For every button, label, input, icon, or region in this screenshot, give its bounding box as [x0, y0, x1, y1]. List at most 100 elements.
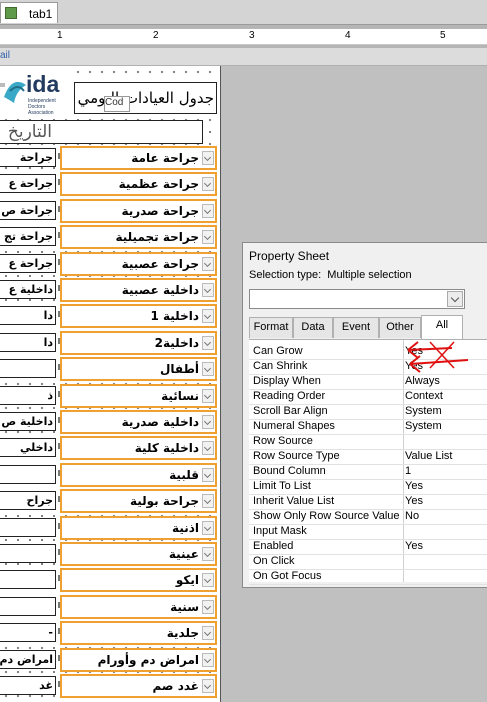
clinic-combo-box[interactable]: جراحة عامة: [60, 146, 217, 170]
object-selector-combo[interactable]: [249, 289, 465, 309]
chevron-down-icon[interactable]: [202, 494, 214, 508]
property-row[interactable]: On Click: [249, 554, 487, 570]
chevron-down-icon[interactable]: [202, 468, 214, 482]
chevron-down-icon[interactable]: [202, 283, 214, 297]
property-value[interactable]: Yes: [405, 495, 423, 507]
tab-format[interactable]: Format: [249, 317, 293, 338]
row-left-label[interactable]: داخلية ص: [0, 412, 56, 431]
chevron-down-icon[interactable]: [202, 309, 214, 323]
property-value[interactable]: No: [405, 510, 419, 522]
row-left-label[interactable]: جراح: [0, 491, 56, 510]
section-bar-detail[interactable]: ail: [0, 48, 487, 66]
property-value[interactable]: Context: [405, 390, 443, 402]
clinic-combo-box[interactable]: جراحة عصبية: [60, 252, 217, 276]
clinic-combo-box[interactable]: اذنية: [60, 516, 217, 540]
chevron-down-icon[interactable]: [202, 626, 214, 640]
design-grid[interactable]: ida Independent Doctors Association جدول…: [0, 66, 220, 702]
property-row[interactable]: Row Source: [249, 434, 487, 450]
clinic-combo-box[interactable]: غدد صم: [60, 674, 217, 698]
clinic-combo-box[interactable]: أطفال: [60, 357, 217, 381]
clinic-combo-box[interactable]: امراض دم وأورام: [60, 648, 217, 672]
property-row[interactable]: Row Source Type Value List: [249, 449, 487, 465]
clinic-combo-box[interactable]: جراحة بولية: [60, 489, 217, 513]
tab-event[interactable]: Event: [333, 317, 379, 338]
row-left-label[interactable]: [0, 518, 56, 537]
chevron-down-icon[interactable]: [202, 653, 214, 667]
property-value[interactable]: Value List: [405, 450, 453, 462]
clinic-combo-box[interactable]: داخلية عصبية: [60, 278, 217, 302]
chevron-down-icon[interactable]: [202, 389, 214, 403]
clinic-combo-box[interactable]: داخلية كلية: [60, 436, 217, 460]
chevron-down-icon[interactable]: [202, 547, 214, 561]
chevron-down-icon[interactable]: [202, 362, 214, 376]
clinic-combo-box[interactable]: جراحة عظمية: [60, 172, 217, 196]
row-left-label[interactable]: جراحة: [0, 148, 56, 167]
chevron-down-icon[interactable]: [202, 415, 214, 429]
row-left-label[interactable]: [0, 359, 56, 378]
row-left-label[interactable]: دا: [0, 333, 56, 352]
row-left-label[interactable]: [0, 465, 56, 484]
tab-other[interactable]: Other: [379, 317, 421, 338]
clinic-combo-box[interactable]: جراحة تجميلية: [60, 225, 217, 249]
property-row[interactable]: Input Mask: [249, 524, 487, 540]
document-tab[interactable]: tab1: [0, 2, 58, 23]
property-sheet[interactable]: Property Sheet Selection type: Multiple …: [242, 242, 487, 588]
clinic-combo-box[interactable]: جلدية: [60, 621, 217, 645]
chevron-down-icon[interactable]: [202, 521, 214, 535]
tab-all[interactable]: All: [421, 315, 463, 339]
chevron-down-icon[interactable]: [447, 291, 463, 307]
property-row[interactable]: Bound Column 1: [249, 464, 487, 480]
chevron-down-icon[interactable]: [202, 441, 214, 455]
tab-data[interactable]: Data: [293, 317, 333, 338]
property-row[interactable]: Numeral Shapes System: [249, 419, 487, 435]
row-left-label[interactable]: دا: [0, 306, 56, 325]
property-row[interactable]: Limit To List Yes: [249, 479, 487, 495]
chevron-down-icon[interactable]: [202, 600, 214, 614]
property-value[interactable]: System: [405, 420, 442, 432]
clinic-combo-box[interactable]: داخلية2: [60, 331, 217, 355]
property-value[interactable]: System: [405, 405, 442, 417]
chevron-down-icon[interactable]: [202, 230, 214, 244]
property-row[interactable]: Reading Order Context: [249, 389, 487, 405]
clinic-combo-box[interactable]: داخلية صدرية: [60, 410, 217, 434]
row-left-label[interactable]: [0, 597, 56, 616]
chevron-down-icon[interactable]: [202, 573, 214, 587]
clinic-combo-box[interactable]: نسائية: [60, 384, 217, 408]
chevron-down-icon[interactable]: [202, 151, 214, 165]
clinic-combo-box[interactable]: جراحة صدرية: [60, 199, 217, 223]
row-left-label[interactable]: [0, 570, 56, 589]
row-left-label[interactable]: داخلية ع: [0, 280, 56, 299]
property-row[interactable]: On Got Focus: [249, 569, 487, 585]
row-left-label[interactable]: جراحة تج: [0, 227, 56, 246]
chevron-down-icon[interactable]: [202, 204, 214, 218]
clinic-combo-box[interactable]: ايكو: [60, 568, 217, 592]
row-left-label[interactable]: -: [0, 623, 56, 642]
form-title[interactable]: جدول العيادات اليومي: [74, 82, 217, 114]
row-left-label[interactable]: [0, 544, 56, 563]
chevron-down-icon[interactable]: [202, 336, 214, 350]
row-left-label[interactable]: جراحة ع: [0, 174, 56, 193]
date-label[interactable]: التاريخ: [0, 120, 203, 144]
property-value[interactable]: Yes: [405, 540, 423, 552]
row-left-label[interactable]: جراحة ع: [0, 254, 56, 273]
property-row[interactable]: Scroll Bar Align System: [249, 404, 487, 420]
clinic-combo-box[interactable]: سنية: [60, 595, 217, 619]
row-left-label[interactable]: جراحة ص: [0, 201, 56, 220]
code-field[interactable]: Cod: [104, 96, 130, 112]
clinic-combo-box[interactable]: عينية: [60, 542, 217, 566]
row-left-label[interactable]: غد: [0, 676, 56, 695]
property-row[interactable]: Inherit Value List Yes: [249, 494, 487, 510]
chevron-down-icon[interactable]: [202, 679, 214, 693]
property-row[interactable]: Show Only Row Source Values No: [249, 509, 487, 525]
clinic-combo-box[interactable]: قلبية: [60, 463, 217, 487]
row-left-label[interactable]: امراض دم: [0, 650, 56, 669]
clinic-combo-box[interactable]: داخلية 1: [60, 304, 217, 328]
row-left-label[interactable]: ذ: [0, 386, 56, 405]
chevron-down-icon[interactable]: [202, 177, 214, 191]
property-row[interactable]: Enabled Yes: [249, 539, 487, 555]
ruler-number: 3: [249, 30, 255, 41]
property-value[interactable]: Yes: [405, 480, 423, 492]
row-left-label[interactable]: داخلي: [0, 438, 56, 457]
chevron-down-icon[interactable]: [202, 257, 214, 271]
property-value[interactable]: 1: [405, 465, 411, 477]
